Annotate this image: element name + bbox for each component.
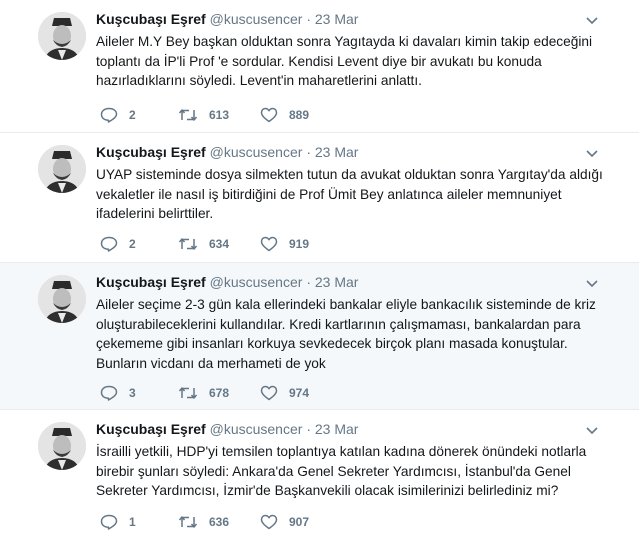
avatar[interactable]	[38, 275, 86, 323]
tweet[interactable]: Kuşcubaşı Eşref @kuscusencer · 23 Mar Ai…	[0, 263, 639, 410]
author-name[interactable]: Kuşcubaşı Eşref	[96, 144, 206, 160]
retweet-count: 678	[209, 386, 230, 400]
reply-button[interactable]: 2	[100, 234, 136, 254]
like-count: 889	[289, 108, 310, 122]
retweet-button[interactable]: 636	[178, 512, 229, 532]
reply-count: 1	[129, 515, 136, 529]
heart-icon	[260, 107, 278, 123]
retweet-icon	[178, 387, 198, 399]
tweet-text: İsrailli yetkili, HDP'yi temsilen toplan…	[96, 444, 587, 498]
avatar[interactable]	[38, 422, 86, 470]
author-name[interactable]: Kuşcubaşı Eşref	[96, 11, 206, 27]
tweet-text: Aileler M.Y Bey başkan olduktan sonra Ya…	[96, 34, 593, 88]
reply-count: 2	[129, 237, 136, 251]
reply-icon	[100, 385, 118, 401]
separator: ·	[306, 144, 311, 160]
retweet-count: 634	[209, 237, 230, 251]
chevron-down-icon[interactable]	[585, 14, 599, 28]
like-count: 907	[289, 515, 310, 529]
reply-button[interactable]: 2	[100, 105, 136, 125]
tweet[interactable]: Kuşcubaşı Eşref @kuscusencer · 23 Mar UY…	[0, 133, 639, 263]
reply-button[interactable]: 3	[100, 383, 136, 403]
tweet[interactable]: Kuşcubaşı Eşref @kuscusencer · 23 Mar İs…	[0, 410, 639, 547]
reply-button[interactable]: 1	[100, 512, 136, 532]
like-button[interactable]: 907	[260, 512, 309, 532]
tweet-date[interactable]: 23 Mar	[315, 274, 359, 290]
tweet-text: UYAP sisteminde dosya silmekten tutun da…	[96, 167, 603, 221]
tweet-header: Kuşcubaşı Eşref @kuscusencer · 23 Mar	[96, 421, 358, 437]
chevron-down-icon[interactable]	[585, 277, 599, 291]
author-handle[interactable]: @kuscusencer	[210, 274, 303, 290]
separator: ·	[306, 274, 311, 290]
like-button[interactable]: 974	[260, 383, 309, 403]
reply-count: 3	[129, 386, 136, 400]
tweet[interactable]: Kuşcubaşı Eşref @kuscusencer · 23 Mar Ai…	[0, 0, 639, 133]
chevron-down-icon[interactable]	[585, 424, 599, 438]
like-button[interactable]: 919	[260, 234, 309, 254]
reply-icon	[100, 236, 118, 252]
retweet-icon	[178, 238, 198, 250]
heart-icon	[260, 514, 278, 530]
tweet-date[interactable]: 23 Mar	[315, 144, 359, 160]
like-button[interactable]: 889	[260, 105, 309, 125]
retweet-button[interactable]: 613	[178, 105, 229, 125]
heart-icon	[260, 236, 278, 252]
reply-icon	[100, 514, 118, 530]
tweet-date[interactable]: 23 Mar	[315, 11, 359, 27]
author-name[interactable]: Kuşcubaşı Eşref	[96, 421, 206, 437]
like-count: 919	[289, 237, 310, 251]
reply-count: 2	[129, 108, 136, 122]
chevron-down-icon[interactable]	[585, 147, 599, 161]
retweet-icon	[178, 109, 198, 121]
tweet-header: Kuşcubaşı Eşref @kuscusencer · 23 Mar	[96, 11, 358, 27]
heart-icon	[260, 385, 278, 401]
retweet-count: 613	[209, 108, 230, 122]
author-name[interactable]: Kuşcubaşı Eşref	[96, 274, 206, 290]
retweet-count: 636	[209, 515, 230, 529]
avatar[interactable]	[38, 145, 86, 193]
separator: ·	[306, 11, 311, 27]
separator: ·	[306, 421, 311, 437]
retweet-icon	[178, 516, 198, 528]
author-handle[interactable]: @kuscusencer	[210, 11, 303, 27]
tweet-date[interactable]: 23 Mar	[315, 421, 359, 437]
author-handle[interactable]: @kuscusencer	[210, 144, 303, 160]
tweet-header: Kuşcubaşı Eşref @kuscusencer · 23 Mar	[96, 144, 358, 160]
tweet-text: Aileler seçime 2-3 gün kala ellerindeki …	[96, 297, 596, 371]
like-count: 974	[289, 386, 310, 400]
tweet-header: Kuşcubaşı Eşref @kuscusencer · 23 Mar	[96, 274, 358, 290]
reply-icon	[100, 107, 118, 123]
avatar[interactable]	[38, 12, 86, 60]
retweet-button[interactable]: 634	[178, 234, 229, 254]
retweet-button[interactable]: 678	[178, 383, 229, 403]
author-handle[interactable]: @kuscusencer	[210, 421, 303, 437]
